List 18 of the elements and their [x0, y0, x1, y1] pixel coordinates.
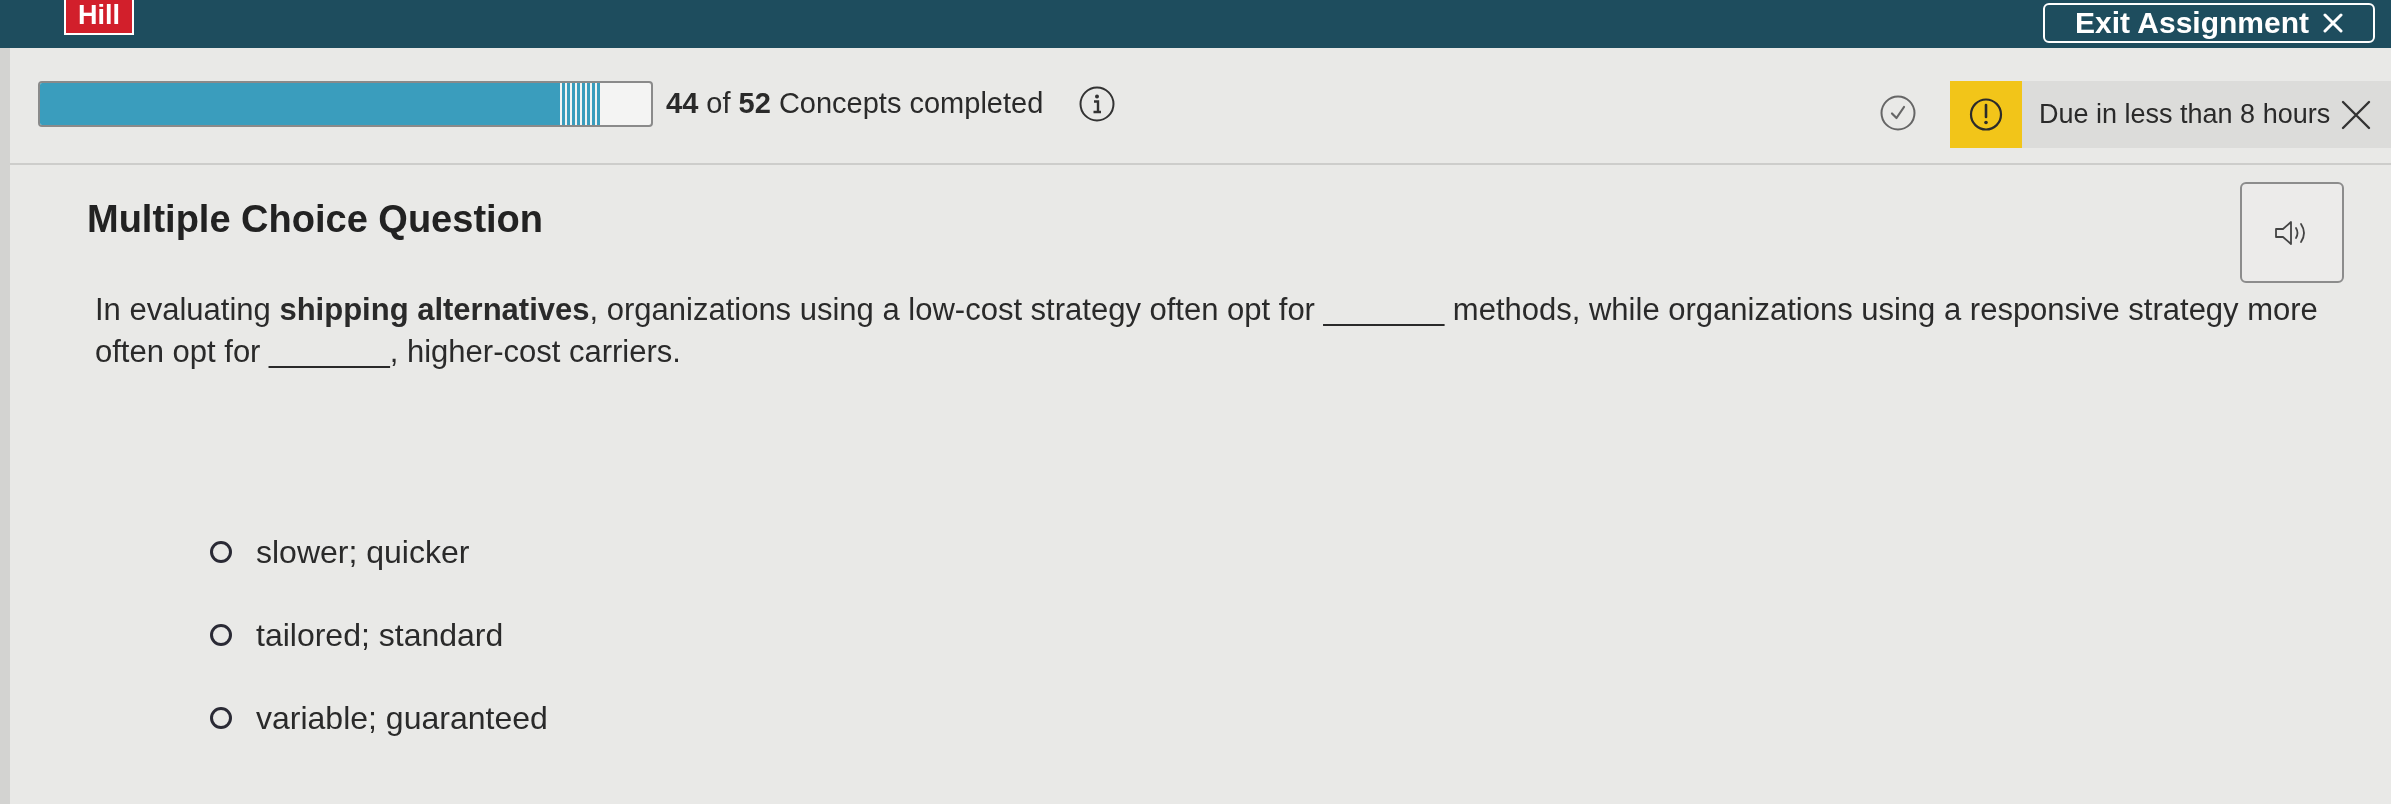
close-icon — [2323, 13, 2343, 33]
option-label[interactable]: slower; quicker — [256, 532, 470, 572]
warning-icon — [1950, 81, 2022, 148]
exit-assignment-button[interactable]: Exit Assignment — [2043, 3, 2375, 43]
radio-button[interactable] — [210, 541, 232, 563]
option-label[interactable]: tailored; standard — [256, 615, 504, 655]
question-text: In evaluating shipping alternatives, organizations using a low-cost strategy often opt for _______ methods, while organizations using a responsive strategy more often opt for _______, higher-cost carriers. — [95, 291, 2319, 371]
radio-button[interactable] — [210, 707, 232, 729]
radio-button[interactable] — [210, 624, 232, 646]
question-type-title: Multiple Choice Question — [87, 197, 544, 242]
info-icon[interactable] — [1079, 86, 1116, 122]
check-circle-icon — [1880, 95, 1916, 131]
option-label[interactable]: variable; guaranteed — [256, 698, 548, 738]
due-text: Due in less than 8 hours — [2039, 98, 2331, 132]
logo: Hill — [64, 0, 134, 35]
progress-text: 44 of 52 Concepts completed — [666, 86, 1044, 122]
close-icon[interactable] — [2341, 99, 2372, 130]
read-aloud-button[interactable] — [2240, 182, 2344, 283]
